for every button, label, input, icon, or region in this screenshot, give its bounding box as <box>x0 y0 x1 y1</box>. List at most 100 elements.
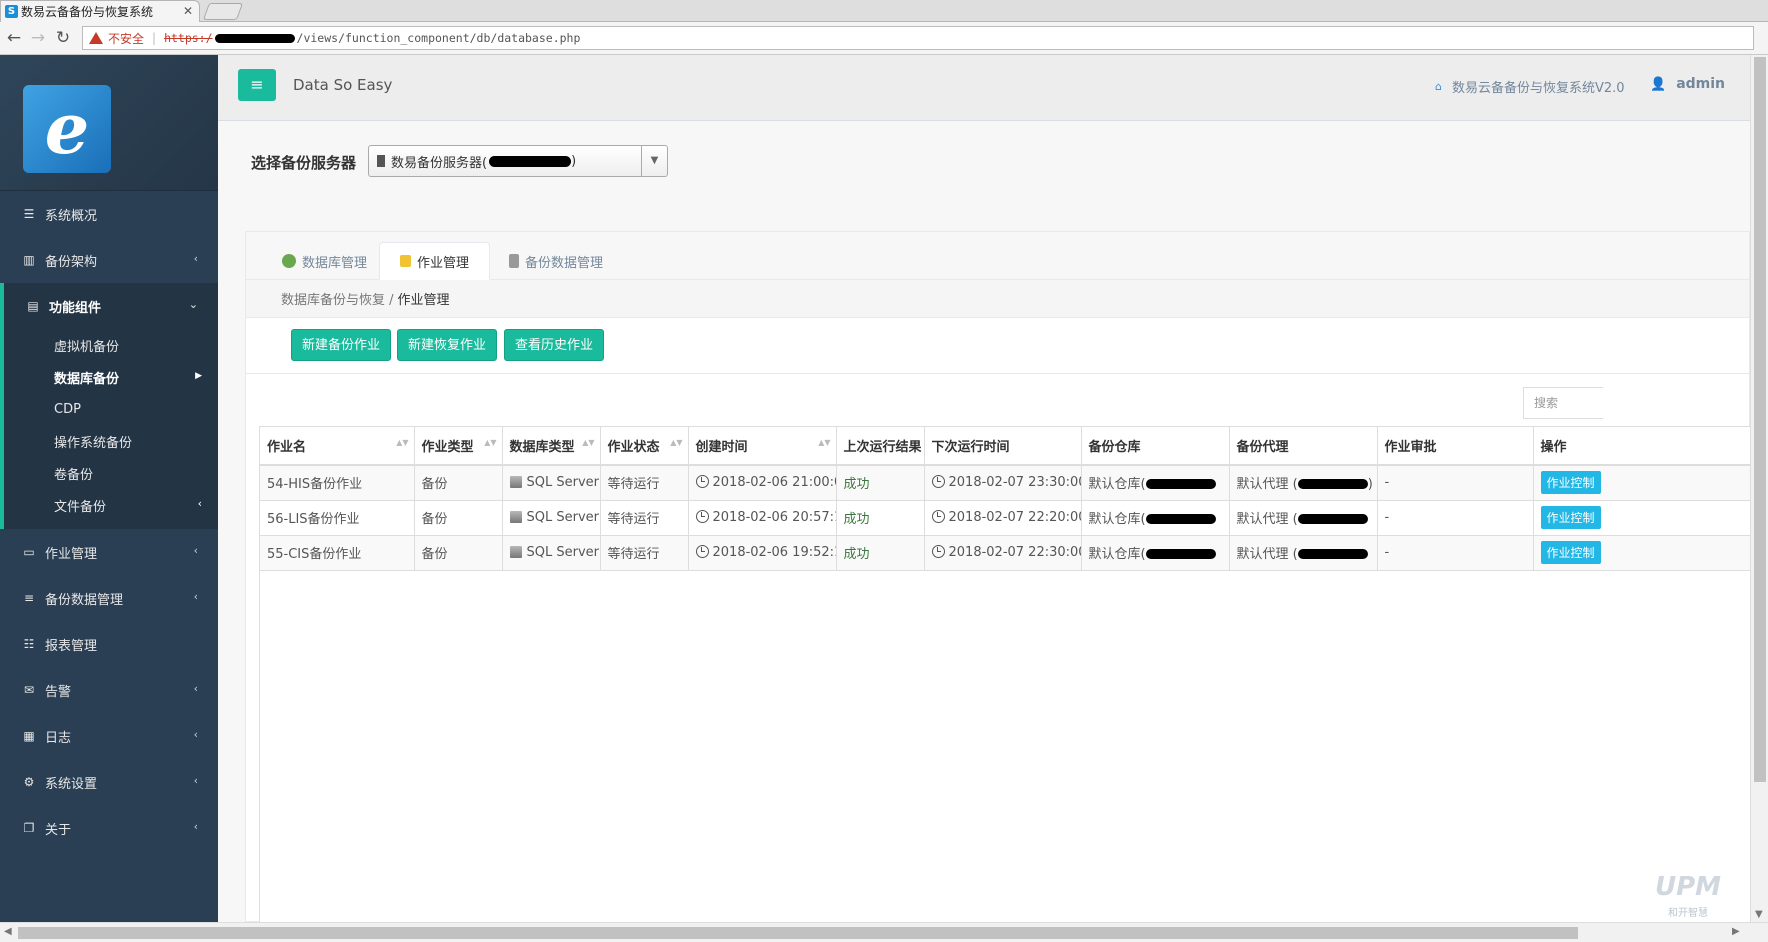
list-icon: ☰ <box>23 207 35 221</box>
search-input[interactable]: 搜索 <box>1523 387 1603 419</box>
breadcrumb: 数据库备份与恢复 / 作业管理 <box>246 280 1749 318</box>
tab-bar: 数据库管理 作业管理 备份数据管理 <box>246 232 1749 280</box>
sidebar-item-reports[interactable]: ☷ 报表管理 <box>0 621 218 667</box>
approval: - <box>1384 475 1390 491</box>
cell-agent: 默认代理 ( <box>1229 500 1378 536</box>
security-indicator[interactable]: 不安全 <box>89 30 144 47</box>
app-logo[interactable]: e <box>23 85 111 173</box>
sidebar-item-job-management[interactable]: ▭ 作业管理 ‹ <box>0 529 218 575</box>
reload-icon[interactable]: ↻ <box>53 28 73 48</box>
cell-approval: - <box>1377 535 1534 571</box>
scrollbar-thumb[interactable] <box>18 927 1578 939</box>
column-header-last-result: 上次运行结果 <box>836 427 925 466</box>
table-row[interactable]: 54-HIS备份作业 备份 SQL Server 等待运行 2018-02-06 21:… <box>260 465 1751 501</box>
job-control-button[interactable]: 作业控制 <box>1540 541 1601 564</box>
table-row[interactable]: 56-LIS备份作业 备份 SQL Server 等待运行 2018-02-06 20:… <box>260 500 1751 536</box>
submenu-item-vm-backup[interactable]: 虚拟机备份 <box>4 329 218 361</box>
system-name-link[interactable]: ⌂ 数易云备备份与恢复系统V2.0 <box>1435 77 1625 96</box>
cell-approval: - <box>1377 465 1534 501</box>
sidebar-item-components[interactable]: ▤ 功能组件 ⌄ <box>4 283 218 329</box>
sidebar-item-label: 系统概况 <box>45 208 98 224</box>
column-header-job-type[interactable]: 作业类型 ▲▼ <box>414 427 503 466</box>
scroll-left-icon[interactable]: ◀ <box>4 926 12 937</box>
cell-job-status: 等待运行 <box>600 465 689 501</box>
column-header-db-type[interactable]: 数据库类型 ▲▼ <box>502 427 601 466</box>
sidebar-group-components: ▤ 功能组件 ⌄ 虚拟机备份 数据库备份 ▶ CDP 操作系统备份 卷备份 文件… <box>0 283 218 529</box>
sidebar-item-label: 功能组件 <box>49 300 102 316</box>
browser-tab[interactable]: S 数易云备备份与恢复系统 ✕ <box>0 0 200 22</box>
submenu-item-db-backup[interactable]: 数据库备份 ▶ <box>4 361 218 393</box>
view-history-jobs-button[interactable]: 查看历史作业 <box>504 329 605 361</box>
scroll-down-icon[interactable]: ▼ <box>1755 909 1763 920</box>
header-label: 作业名 <box>267 440 307 455</box>
forward-arrow-icon[interactable]: → <box>28 28 48 48</box>
cell-job-name[interactable]: 54-HIS备份作业 <box>260 465 415 501</box>
user-menu[interactable]: 👤 admin <box>1650 76 1725 92</box>
redacted-ip <box>1145 514 1216 524</box>
repository: 默认仓库( <box>1088 512 1146 527</box>
server-select[interactable]: 数易备份服务器( ) ▼ <box>368 145 668 177</box>
table-header-row: 作业名 ▲▼ 作业类型 ▲▼ 数据库类型 ▲▼ 作业状态 ▲▼ 创建时间 ▲▼ 上次运行结… <box>260 427 1751 466</box>
menu-toggle-button[interactable]: ≡ <box>238 69 276 101</box>
sidebar-item-about[interactable]: ❐ 关于 ‹ <box>0 805 218 851</box>
column-header-created-time[interactable]: 创建时间 ▲▼ <box>688 427 837 466</box>
sidebar-item-alerts[interactable]: ✉ 告警 ‹ <box>0 667 218 713</box>
close-icon[interactable]: ✕ <box>183 4 193 18</box>
column-header-job-name[interactable]: 作业名 ▲▼ <box>260 427 415 466</box>
next-run-time: 2018-02-07 22:30:00 <box>948 545 1081 560</box>
redacted-ip <box>489 155 572 167</box>
cell-job-name[interactable]: 55-CIS备份作业 <box>260 535 415 571</box>
globe-icon <box>282 254 296 268</box>
caret-right-icon: ▶ <box>195 371 202 381</box>
top-navbar: ≡ Data So Easy ⌂ 数易云备备份与恢复系统V2.0 👤 admin <box>218 55 1750 121</box>
chevron-left-icon: ‹ <box>193 820 198 833</box>
table-row[interactable]: 55-CIS备份作业 备份 SQL Server 等待运行 2018-02-06 19:… <box>260 535 1751 571</box>
url-input[interactable]: 不安全 | https:/ /views/function_component/… <box>82 26 1754 50</box>
horizontal-scrollbar[interactable]: ◀ ▶ <box>0 922 1768 942</box>
sidebar-item-overview[interactable]: ☰ 系统概况 <box>0 191 218 237</box>
tab-backup-data-management[interactable]: 备份数据管理 <box>489 242 623 280</box>
gear-icon: ⚙ <box>23 775 35 789</box>
new-tab-button[interactable] <box>202 3 244 20</box>
cell-next-run: 2018-02-07 22:20:00 <box>924 500 1082 536</box>
submenu-item-file-backup[interactable]: 文件备份 ‹ <box>4 489 218 521</box>
sidebar-item-backup-architecture[interactable]: ▥ 备份架构 ‹ <box>0 237 218 283</box>
header-label: 操作 <box>1540 440 1567 455</box>
job-control-button[interactable]: 作业控制 <box>1540 506 1601 529</box>
new-restore-job-button[interactable]: 新建恢复作业 <box>397 329 498 361</box>
scroll-right-icon[interactable]: ▶ <box>1732 926 1740 937</box>
database-icon <box>509 511 522 523</box>
new-backup-job-button[interactable]: 新建备份作业 <box>291 329 392 361</box>
tab-job-management[interactable]: 作业管理 <box>379 242 491 280</box>
vertical-scrollbar[interactable]: ▼ <box>1750 55 1768 922</box>
sidebar-item-logs[interactable]: ▦ 日志 ‹ <box>0 713 218 759</box>
chevron-down-icon[interactable]: ▼ <box>641 146 667 176</box>
server-selector-row: 选择备份服务器 数易备份服务器( ) ▼ <box>218 121 1750 209</box>
cell-created-time: 2018-02-06 20:57:12 <box>688 500 837 536</box>
favicon-icon: S <box>5 5 18 18</box>
submenu-item-os-backup[interactable]: 操作系统备份 <box>4 425 218 457</box>
next-run-time: 2018-02-07 23:30:00 <box>948 475 1081 491</box>
warning-icon <box>89 32 103 44</box>
sidebar-item-backup-data[interactable]: ≡ 备份数据管理 ‹ <box>0 575 218 621</box>
list-ul-icon: ☷ <box>23 637 35 651</box>
breadcrumb-parent[interactable]: 数据库备份与恢复 / <box>281 289 394 308</box>
submenu-item-cdp[interactable]: CDP <box>4 393 218 425</box>
cell-job-name[interactable]: 56-LIS备份作业 <box>260 500 415 536</box>
url-separator: | <box>152 31 157 45</box>
copy-icon: ❐ <box>23 821 35 835</box>
clock-icon <box>931 510 945 523</box>
sidebar-item-settings[interactable]: ⚙ 系统设置 ‹ <box>0 759 218 805</box>
job-name: 56-LIS备份作业 <box>267 512 360 527</box>
column-header-job-status[interactable]: 作业状态 ▲▼ <box>600 427 689 466</box>
job-control-button[interactable]: 作业控制 <box>1540 471 1601 495</box>
scrollbar-thumb[interactable] <box>1754 57 1766 782</box>
cell-operations: 作业控制 <box>1533 535 1751 571</box>
browser-tab-title: 数易云备备份与恢复系统 <box>21 5 154 19</box>
database-icon <box>509 476 522 489</box>
back-arrow-icon[interactable]: ← <box>4 28 24 48</box>
tab-database-management[interactable]: 数据库管理 <box>262 242 387 280</box>
server-select-label: 选择备份服务器 <box>251 154 357 172</box>
jobs-table: 作业名 ▲▼ 作业类型 ▲▼ 数据库类型 ▲▼ 作业状态 ▲▼ 创建时间 ▲▼ 上次运行结… <box>259 426 1751 923</box>
submenu-item-volume-backup[interactable]: 卷备份 <box>4 457 218 489</box>
